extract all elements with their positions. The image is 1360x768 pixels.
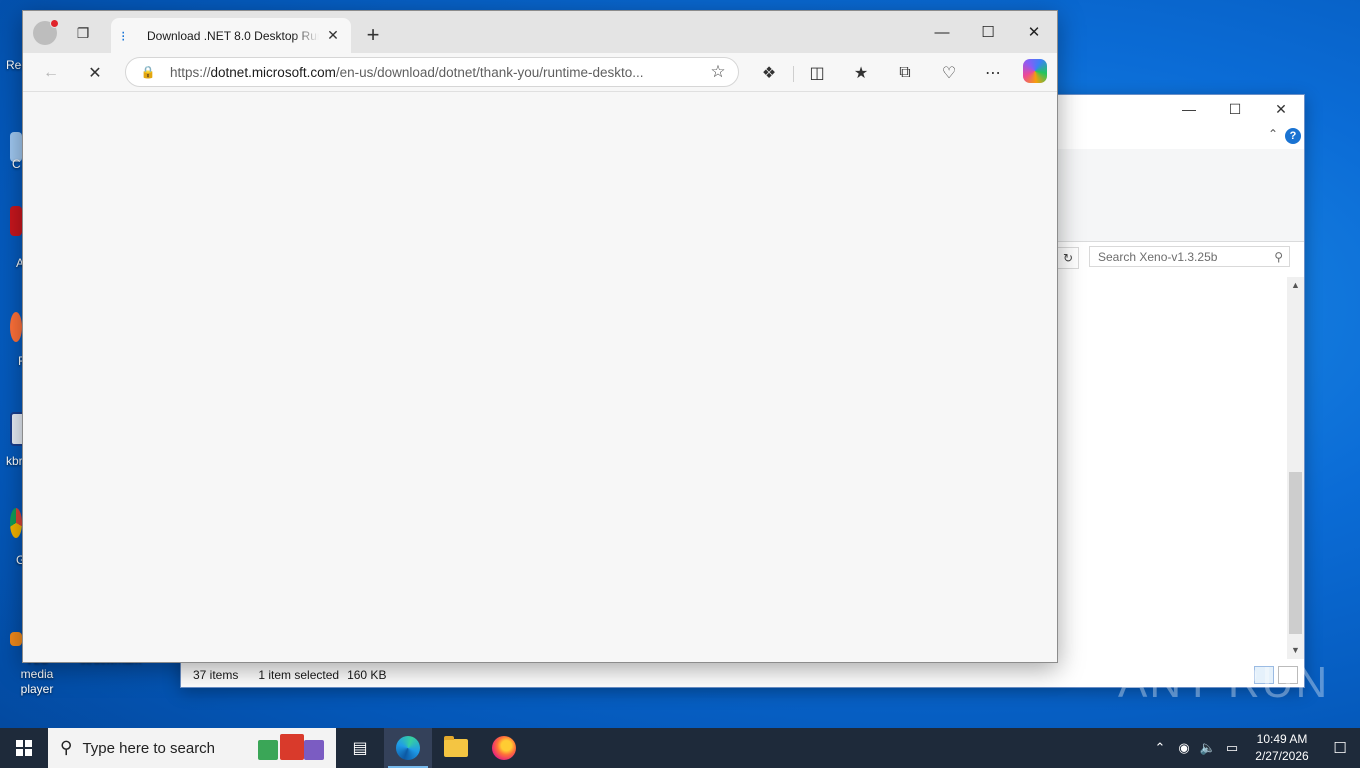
system-tray: ⌃ ◉ 🔈 ▭ 10:49 AM 2/27/2026 ☐	[1148, 728, 1360, 768]
windows-logo-icon	[16, 740, 32, 756]
scrollbar-thumb[interactable]	[1289, 472, 1302, 634]
folder-icon	[444, 736, 468, 757]
stop-loading-icon[interactable]: ✕	[81, 59, 109, 87]
copilot-icon[interactable]	[1023, 59, 1047, 83]
taskbar-edge-button[interactable]	[384, 728, 432, 768]
split-screen-icon[interactable]: ◫	[803, 59, 831, 87]
toolbar-separator	[793, 66, 794, 82]
tab-strip: ❐ ⁝ Download .NET 8.0 Desktop Runtime ✕ …	[23, 11, 1057, 53]
more-options-icon[interactable]: ⋯	[979, 59, 1007, 87]
search-icon: ⚲	[60, 738, 73, 757]
edge-browser-window: ❐ ⁝ Download .NET 8.0 Desktop Runtime ✕ …	[22, 10, 1058, 663]
url-path: /en-us/download/dotnet/thank-you/runtime…	[335, 64, 644, 80]
tab-title: Download .NET 8.0 Desktop Runtime	[147, 28, 319, 43]
page-content-blank	[23, 92, 1057, 662]
desktop-icon-label: C	[12, 157, 21, 171]
clock-date: 2/27/2026	[1255, 749, 1309, 763]
explorer-search-input[interactable]: Search Xeno-v1.3.25b ⚲	[1089, 246, 1290, 267]
extensions-icon[interactable]: ❖	[755, 59, 783, 87]
edge-icon	[396, 736, 420, 760]
loading-spinner-icon: ⁝	[121, 27, 126, 44]
scroll-down-icon[interactable]: ▼	[1287, 642, 1304, 659]
status-selected: 1 item selected	[258, 668, 340, 682]
taskbar-search-box[interactable]: ⚲ Type here to search	[48, 728, 336, 768]
close-icon[interactable]: ✕	[1011, 11, 1057, 53]
favorite-star-icon[interactable]: ☆	[708, 62, 728, 82]
close-icon[interactable]: ✕	[1258, 95, 1304, 123]
search-highlight-gifts-icon[interactable]	[258, 734, 324, 762]
browser-essentials-icon[interactable]: ♡	[935, 59, 963, 87]
acrobat-icon[interactable]	[10, 206, 22, 236]
taskbar-explorer-button[interactable]	[432, 728, 480, 768]
url-host: dotnet.microsoft.com	[210, 64, 336, 80]
browser-tab-active[interactable]: ⁝ Download .NET 8.0 Desktop Runtime ✕	[111, 18, 351, 53]
task-view-icon: ▤	[352, 740, 368, 757]
profile-avatar-icon[interactable]	[33, 19, 59, 45]
taskbar-search-placeholder: Type here to search	[82, 739, 216, 757]
network-icon[interactable]: ▭	[1220, 740, 1244, 756]
url-text[interactable]: https://dotnet.microsoft.com/en-us/downl…	[170, 65, 708, 80]
maximize-icon[interactable]: ☐	[965, 11, 1011, 53]
explorer-caption-buttons: — ☐ ✕	[1166, 95, 1304, 123]
ribbon-collapse-icon[interactable]: ⌃	[1268, 127, 1278, 141]
start-button[interactable]	[0, 728, 48, 768]
show-hidden-icons-chevron-icon[interactable]: ⌃	[1148, 740, 1172, 756]
meet-now-icon[interactable]: ◉	[1172, 740, 1196, 756]
desktop-icon-label: kbr	[6, 454, 23, 468]
address-bar[interactable]: 🔒 https://dotnet.microsoft.com/en-us/dow…	[125, 57, 739, 87]
collections-icon[interactable]: ⧉	[891, 59, 919, 87]
firefox-icon[interactable]	[10, 312, 22, 342]
new-tab-button[interactable]: +	[361, 22, 385, 47]
minimize-icon[interactable]: —	[1166, 95, 1212, 123]
status-size: 160 KB	[347, 668, 387, 682]
url-protocol: https://	[170, 64, 211, 80]
refresh-icon[interactable]: ↻	[1057, 247, 1079, 269]
anyrun-watermark: ANY RUN	[1118, 658, 1330, 707]
explorer-search-placeholder: Search Xeno-v1.3.25b	[1098, 249, 1218, 264]
scroll-up-icon[interactable]: ▲	[1287, 277, 1304, 294]
lock-icon[interactable]: 🔒	[140, 65, 156, 79]
vlc-icon[interactable]	[10, 632, 22, 646]
notifications-icon[interactable]: ☐	[1320, 739, 1360, 757]
minimize-icon[interactable]: —	[919, 11, 965, 53]
help-icon[interactable]: ?	[1285, 128, 1301, 144]
task-view-button[interactable]: ▤	[336, 728, 384, 768]
taskbar-firefox-button[interactable]	[480, 728, 528, 768]
chrome-icon[interactable]	[10, 508, 22, 538]
clock-time: 10:49 AM	[1256, 732, 1308, 746]
back-arrow-icon[interactable]: ←	[37, 59, 65, 87]
maximize-icon[interactable]: ☐	[1212, 95, 1258, 123]
tab-actions-icon[interactable]: ❐	[71, 21, 95, 45]
status-item-count: 37 items	[193, 668, 239, 682]
window-caption-buttons: — ☐ ✕	[919, 11, 1057, 53]
clock[interactable]: 10:49 AM 2/27/2026	[1244, 731, 1320, 765]
browser-toolbar: ← ✕ 🔒 https://dotnet.microsoft.com/en-us…	[23, 53, 1057, 92]
tab-close-icon[interactable]: ✕	[325, 27, 341, 44]
favorites-icon[interactable]: ★	[847, 59, 875, 87]
firefox-icon	[492, 736, 516, 760]
taskbar: ⚲ Type here to search ▤ ⌃ ◉ 🔈 ▭ 10:49 AM…	[0, 728, 1360, 768]
volume-icon[interactable]: 🔈	[1196, 740, 1220, 756]
explorer-scrollbar[interactable]: ▲ ▼	[1287, 277, 1304, 659]
search-icon: ⚲	[1274, 249, 1283, 264]
